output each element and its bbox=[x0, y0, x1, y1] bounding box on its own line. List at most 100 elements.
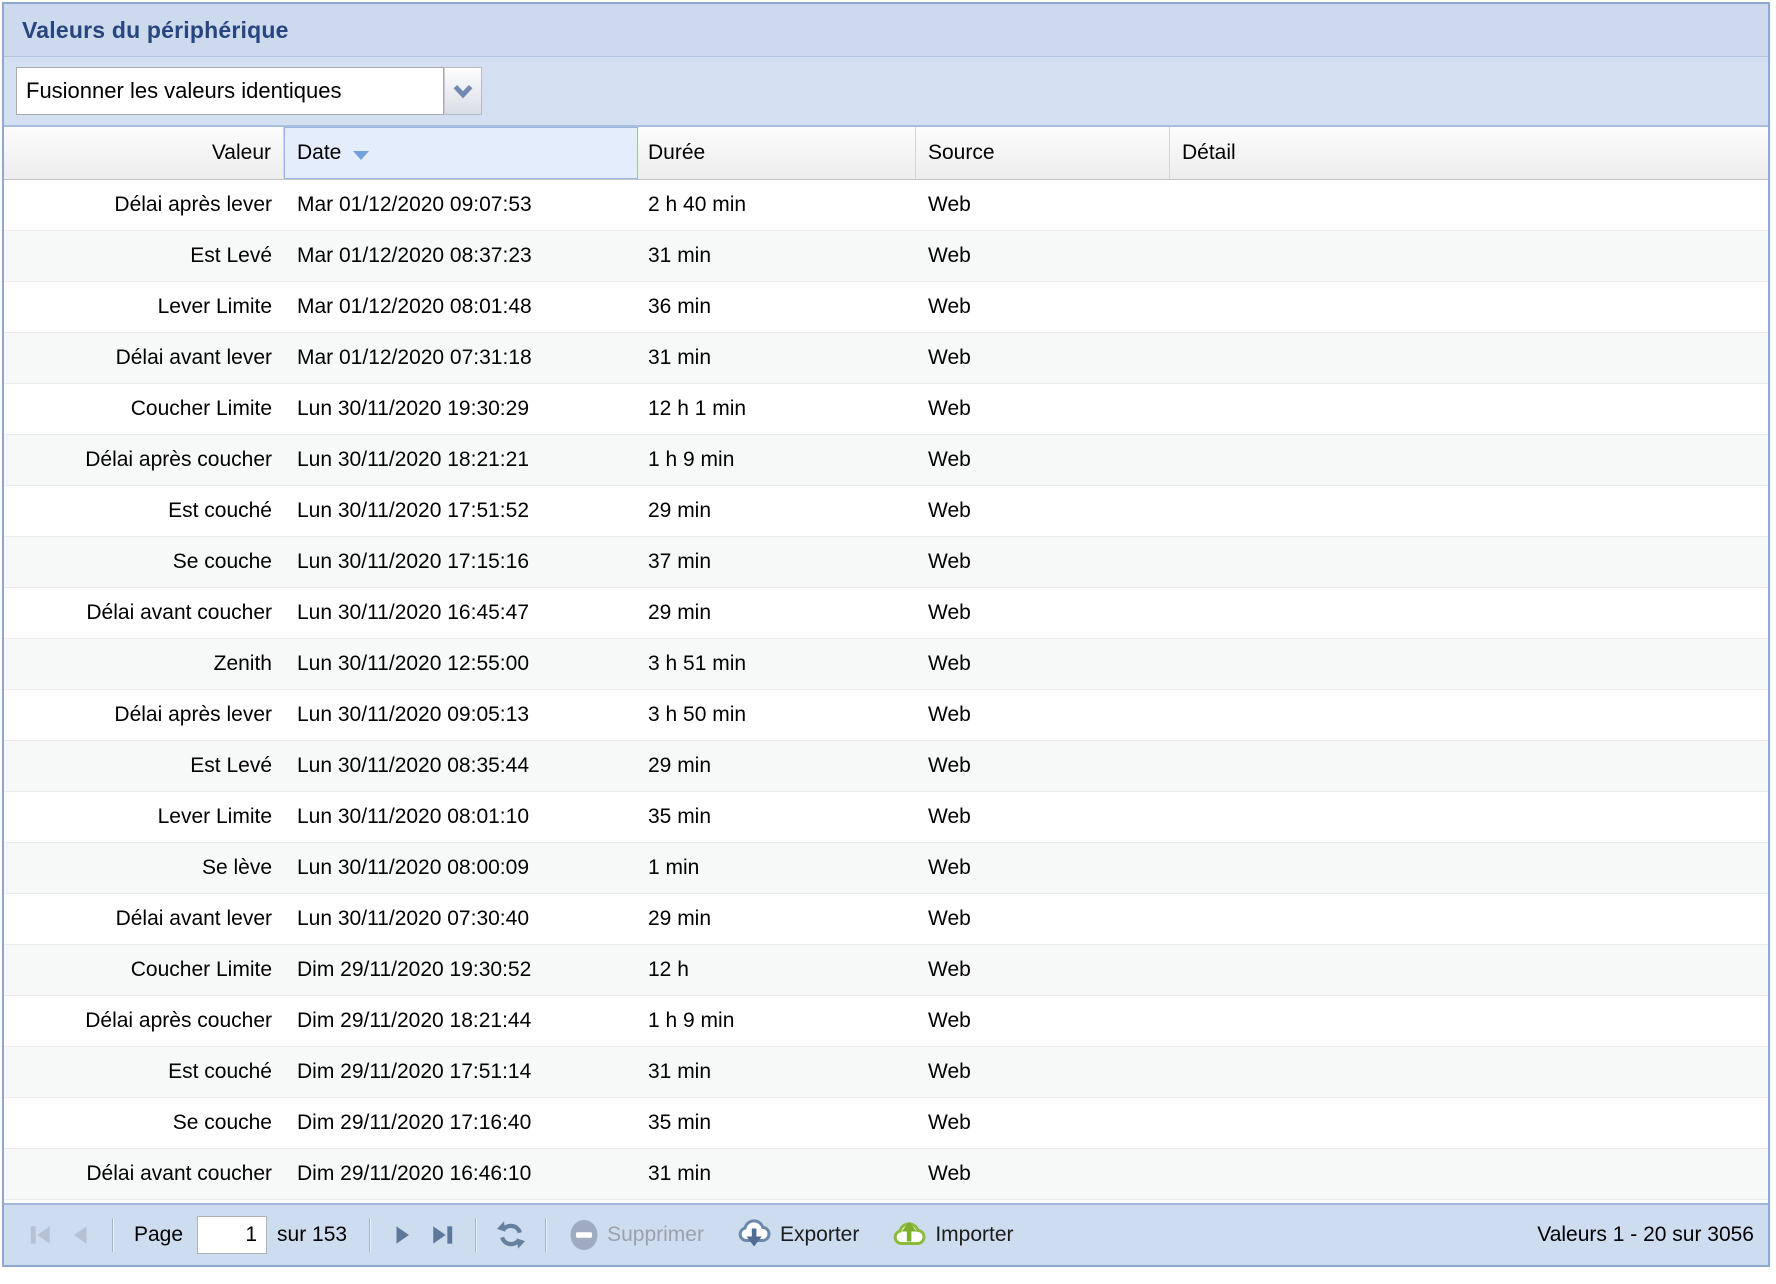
table-row[interactable]: Coucher Limite Lun 30/11/2020 19:30:29 1… bbox=[4, 384, 1768, 435]
table-row[interactable]: Coucher Limite Dim 29/11/2020 19:30:52 1… bbox=[4, 945, 1768, 996]
table-row[interactable]: Est Levé Lun 30/11/2020 08:35:44 29 min … bbox=[4, 741, 1768, 792]
cell-duree: 1 min bbox=[638, 843, 916, 893]
delete-button-label: Supprimer bbox=[607, 1223, 704, 1247]
cell-valeur: Est Levé bbox=[4, 741, 284, 791]
cell-source: Web bbox=[916, 282, 1170, 332]
column-header-date[interactable]: Date bbox=[284, 127, 638, 179]
next-page-icon bbox=[390, 1222, 416, 1248]
cell-duree: 1 h 9 min bbox=[638, 435, 916, 485]
footer-separator bbox=[369, 1218, 371, 1252]
cell-date: Lun 30/11/2020 17:15:16 bbox=[284, 537, 638, 587]
cell-source: Web bbox=[916, 741, 1170, 791]
cell-detail bbox=[1170, 282, 1768, 332]
table-row[interactable]: Se couche Dim 29/11/2020 17:16:40 35 min… bbox=[4, 1098, 1768, 1149]
cell-source: Web bbox=[916, 180, 1170, 230]
export-button[interactable]: Exporter bbox=[735, 1218, 859, 1252]
panel-title-bar: Valeurs du périphérique bbox=[4, 4, 1768, 57]
merge-values-combobox-value[interactable]: Fusionner les valeurs identiques bbox=[16, 67, 444, 115]
delete-button[interactable]: Supprimer bbox=[568, 1218, 704, 1252]
cell-date: Lun 30/11/2020 08:35:44 bbox=[284, 741, 638, 791]
grid-header: Valeur Date Durée Source Détail bbox=[4, 127, 1768, 180]
cell-date: Lun 30/11/2020 07:30:40 bbox=[284, 894, 638, 944]
cell-date: Mar 01/12/2020 07:31:18 bbox=[284, 333, 638, 383]
column-header-detail[interactable]: Détail bbox=[1170, 127, 1768, 179]
next-page-button[interactable] bbox=[390, 1222, 416, 1248]
cell-source: Web bbox=[916, 945, 1170, 995]
cell-date: Dim 29/11/2020 18:21:44 bbox=[284, 996, 638, 1046]
cell-source: Web bbox=[916, 231, 1170, 281]
first-page-button[interactable] bbox=[27, 1222, 53, 1248]
import-button-label: Importer bbox=[935, 1223, 1013, 1247]
first-page-icon bbox=[27, 1222, 53, 1248]
cell-valeur: Délai avant lever bbox=[4, 333, 284, 383]
column-header-source-label: Source bbox=[928, 141, 995, 165]
cell-source: Web bbox=[916, 690, 1170, 740]
footer-separator bbox=[112, 1218, 114, 1252]
merge-values-combobox: Fusionner les valeurs identiques bbox=[16, 67, 482, 115]
cell-detail bbox=[1170, 588, 1768, 638]
table-row[interactable]: Est couché Lun 30/11/2020 17:51:52 29 mi… bbox=[4, 486, 1768, 537]
cell-detail bbox=[1170, 1149, 1768, 1199]
cell-source: Web bbox=[916, 894, 1170, 944]
column-header-date-label: Date bbox=[297, 141, 341, 165]
refresh-button[interactable] bbox=[496, 1220, 526, 1250]
cell-date: Lun 30/11/2020 08:01:10 bbox=[284, 792, 638, 842]
column-header-valeur[interactable]: Valeur bbox=[4, 127, 284, 179]
prev-page-icon bbox=[67, 1222, 93, 1248]
table-row[interactable]: Lever Limite Lun 30/11/2020 08:01:10 35 … bbox=[4, 792, 1768, 843]
table-row[interactable]: Lever Limite Mar 01/12/2020 08:01:48 36 … bbox=[4, 282, 1768, 333]
record-range-label: Valeurs 1 - 20 sur 3056 bbox=[1537, 1223, 1754, 1247]
cell-source: Web bbox=[916, 333, 1170, 383]
cell-source: Web bbox=[916, 792, 1170, 842]
table-row[interactable]: Délai avant coucher Lun 30/11/2020 16:45… bbox=[4, 588, 1768, 639]
cell-source: Web bbox=[916, 1149, 1170, 1199]
cell-date: Lun 30/11/2020 18:21:21 bbox=[284, 435, 638, 485]
table-row[interactable]: Délai avant coucher Dim 29/11/2020 16:46… bbox=[4, 1149, 1768, 1200]
last-page-button[interactable] bbox=[430, 1222, 456, 1248]
paging-toolbar: Page sur 153 bbox=[4, 1203, 1768, 1265]
cell-valeur: Délai avant coucher bbox=[4, 588, 284, 638]
cell-detail bbox=[1170, 792, 1768, 842]
merge-values-combobox-trigger[interactable] bbox=[444, 67, 482, 115]
table-row[interactable]: Délai après coucher Dim 29/11/2020 18:21… bbox=[4, 996, 1768, 1047]
cell-detail bbox=[1170, 843, 1768, 893]
import-cloud-icon bbox=[890, 1218, 928, 1252]
table-row[interactable]: Délai après lever Lun 30/11/2020 09:05:1… bbox=[4, 690, 1768, 741]
column-header-duree[interactable]: Durée bbox=[638, 127, 916, 179]
cell-date: Dim 29/11/2020 17:51:14 bbox=[284, 1047, 638, 1097]
table-row[interactable]: Délai après lever Mar 01/12/2020 09:07:5… bbox=[4, 180, 1768, 231]
table-row[interactable]: Délai avant lever Lun 30/11/2020 07:30:4… bbox=[4, 894, 1768, 945]
table-row[interactable]: Se lève Lun 30/11/2020 08:00:09 1 min We… bbox=[4, 843, 1768, 894]
cell-date: Lun 30/11/2020 17:51:52 bbox=[284, 486, 638, 536]
cell-date: Lun 30/11/2020 16:45:47 bbox=[284, 588, 638, 638]
page-number-input[interactable] bbox=[197, 1216, 267, 1254]
cell-detail bbox=[1170, 690, 1768, 740]
cell-valeur: Coucher Limite bbox=[4, 384, 284, 434]
table-row[interactable]: Zenith Lun 30/11/2020 12:55:00 3 h 51 mi… bbox=[4, 639, 1768, 690]
table-row[interactable]: Est couché Dim 29/11/2020 17:51:14 31 mi… bbox=[4, 1047, 1768, 1098]
grid-toolbar: Fusionner les valeurs identiques bbox=[4, 57, 1768, 127]
cell-duree: 3 h 51 min bbox=[638, 639, 916, 689]
import-button[interactable]: Importer bbox=[890, 1218, 1013, 1252]
table-row[interactable]: Est Levé Mar 01/12/2020 08:37:23 31 min … bbox=[4, 231, 1768, 282]
table-row[interactable]: Délai après coucher Lun 30/11/2020 18:21… bbox=[4, 435, 1768, 486]
table-row[interactable]: Délai avant lever Mar 01/12/2020 07:31:1… bbox=[4, 333, 1768, 384]
cell-duree: 29 min bbox=[638, 486, 916, 536]
delete-minus-icon bbox=[568, 1218, 600, 1252]
footer-separator bbox=[475, 1218, 477, 1252]
cell-source: Web bbox=[916, 843, 1170, 893]
footer-separator bbox=[545, 1218, 547, 1252]
prev-page-button[interactable] bbox=[67, 1222, 93, 1248]
table-row[interactable]: Se couche Lun 30/11/2020 17:15:16 37 min… bbox=[4, 537, 1768, 588]
cell-source: Web bbox=[916, 639, 1170, 689]
cell-detail bbox=[1170, 996, 1768, 1046]
cell-valeur: Est couché bbox=[4, 486, 284, 536]
table-body: Délai après lever Mar 01/12/2020 09:07:5… bbox=[4, 180, 1768, 1200]
cell-duree: 37 min bbox=[638, 537, 916, 587]
cell-duree: 29 min bbox=[638, 894, 916, 944]
column-header-source[interactable]: Source bbox=[916, 127, 1170, 179]
cell-valeur: Délai après lever bbox=[4, 690, 284, 740]
column-header-valeur-label: Valeur bbox=[212, 141, 271, 165]
cell-date: Lun 30/11/2020 08:00:09 bbox=[284, 843, 638, 893]
cell-detail bbox=[1170, 537, 1768, 587]
